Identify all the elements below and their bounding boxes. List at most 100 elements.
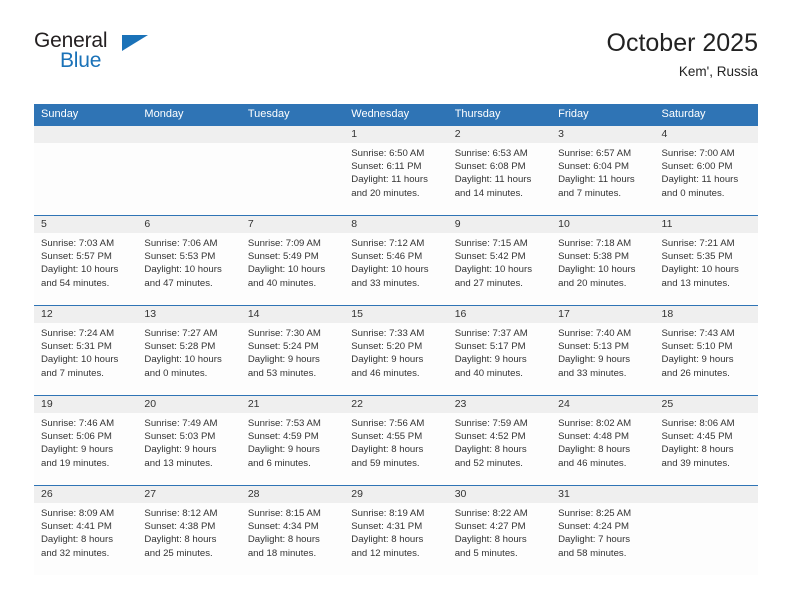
day-cell[interactable]: 14 Sunrise: 7:30 AM Sunset: 5:24 PM Dayl…: [240, 306, 345, 395]
day-cell[interactable]: 19 Sunrise: 7:46 AM Sunset: 5:06 PM Dayl…: [34, 396, 138, 485]
day-cell[interactable]: 17 Sunrise: 7:40 AM Sunset: 5:13 PM Dayl…: [551, 306, 655, 395]
day-cell[interactable]: 25 Sunrise: 8:06 AM Sunset: 4:45 PM Dayl…: [654, 396, 758, 485]
day-details: [241, 143, 344, 147]
sunset-text: Sunset: 4:48 PM: [558, 431, 630, 443]
day-number: 14: [240, 306, 345, 323]
daylight-text-line1: Daylight: 10 hours: [144, 264, 222, 276]
day-details: Sunrise: 7:21 AM Sunset: 5:35 PM Dayligh…: [655, 233, 758, 290]
page-title: October 2025: [606, 29, 759, 57]
sunrise-text: Sunrise: 8:12 AM: [144, 508, 218, 519]
sunrise-text: Sunrise: 7:49 AM: [144, 418, 218, 429]
day-cell[interactable]: 16 Sunrise: 7:37 AM Sunset: 5:17 PM Dayl…: [447, 306, 552, 395]
sunrise-text: Sunrise: 7:53 AM: [247, 418, 321, 429]
day-details: Sunrise: 7:59 AM Sunset: 4:52 PM Dayligh…: [448, 413, 551, 470]
daylight-text-line2: and 32 minutes.: [41, 547, 110, 559]
daylight-text-line1: Daylight: 8 hours: [454, 534, 527, 546]
day-cell[interactable]: [137, 126, 241, 215]
sunrise-text: Sunrise: 8:15 AM: [247, 508, 321, 519]
day-cell[interactable]: 3 Sunrise: 6:57 AM Sunset: 6:04 PM Dayli…: [551, 126, 655, 215]
sunset-text: Sunset: 5:42 PM: [454, 251, 526, 263]
day-cell[interactable]: 20 Sunrise: 7:49 AM Sunset: 5:03 PM Dayl…: [137, 396, 241, 485]
day-cell[interactable]: 22 Sunrise: 7:56 AM Sunset: 4:55 PM Dayl…: [344, 396, 448, 485]
daylight-text-line1: Daylight: 9 hours: [247, 354, 320, 366]
daylight-text-line1: Daylight: 8 hours: [454, 444, 527, 456]
day-cell[interactable]: 29 Sunrise: 8:19 AM Sunset: 4:31 PM Dayl…: [344, 486, 448, 575]
sunrise-text: Sunrise: 8:19 AM: [351, 508, 425, 519]
day-details: [34, 143, 137, 147]
sunrise-text: Sunrise: 8:25 AM: [558, 508, 632, 519]
weekday-header-monday: Monday: [144, 108, 184, 120]
sunset-text: Sunset: 5:28 PM: [144, 341, 216, 353]
daylight-text-line2: and 18 minutes.: [247, 547, 317, 559]
day-number: 25: [654, 396, 758, 413]
day-details: Sunrise: 7:56 AM Sunset: 4:55 PM Dayligh…: [344, 413, 447, 470]
day-cell[interactable]: 4 Sunrise: 7:00 AM Sunset: 6:00 PM Dayli…: [654, 126, 758, 215]
sunrise-text: Sunrise: 8:09 AM: [41, 508, 115, 519]
day-number: 6: [137, 216, 241, 233]
daylight-text-line2: and 39 minutes.: [661, 457, 730, 469]
calendar-week-row: 12 Sunrise: 7:24 AM Sunset: 5:31 PM Dayl…: [34, 305, 758, 395]
daylight-text-line1: Daylight: 9 hours: [247, 444, 320, 456]
day-cell[interactable]: 12 Sunrise: 7:24 AM Sunset: 5:31 PM Dayl…: [34, 306, 138, 395]
daylight-text-line2: and 54 minutes.: [41, 277, 110, 289]
daylight-text-line2: and 40 minutes.: [247, 277, 317, 289]
sunset-text: Sunset: 6:04 PM: [558, 161, 630, 173]
day-cell[interactable]: 13 Sunrise: 7:27 AM Sunset: 5:28 PM Dayl…: [137, 306, 241, 395]
day-cell[interactable]: 18 Sunrise: 7:43 AM Sunset: 5:10 PM Dayl…: [654, 306, 758, 395]
day-cell[interactable]: 26 Sunrise: 8:09 AM Sunset: 4:41 PM Dayl…: [34, 486, 138, 575]
calendar-week-row: 26 Sunrise: 8:09 AM Sunset: 4:41 PM Dayl…: [34, 485, 758, 575]
day-cell[interactable]: [240, 126, 345, 215]
daylight-text-line1: Daylight: 10 hours: [144, 354, 222, 366]
calendar-page: General Blue October 2025 Kem', Russia S…: [0, 0, 792, 612]
daylight-text-line2: and 46 minutes.: [351, 367, 420, 379]
sunset-text: Sunset: 4:45 PM: [661, 431, 733, 443]
day-number: [240, 126, 345, 143]
day-number: 16: [447, 306, 552, 323]
day-cell[interactable]: 28 Sunrise: 8:15 AM Sunset: 4:34 PM Dayl…: [240, 486, 345, 575]
calendar-week-row: 1 Sunrise: 6:50 AM Sunset: 6:11 PM Dayli…: [34, 125, 758, 215]
calendar-grid: Sunday Monday Tuesday Wednesday Thursday…: [34, 104, 758, 575]
sunrise-text: Sunrise: 7:59 AM: [454, 418, 528, 429]
day-cell[interactable]: 30 Sunrise: 8:22 AM Sunset: 4:27 PM Dayl…: [447, 486, 552, 575]
logo-text-general: General: [34, 29, 108, 52]
day-cell[interactable]: 23 Sunrise: 7:59 AM Sunset: 4:52 PM Dayl…: [447, 396, 552, 485]
day-cell[interactable]: 27 Sunrise: 8:12 AM Sunset: 4:38 PM Dayl…: [137, 486, 241, 575]
day-cell[interactable]: 24 Sunrise: 8:02 AM Sunset: 4:48 PM Dayl…: [551, 396, 655, 485]
day-cell[interactable]: 6 Sunrise: 7:06 AM Sunset: 5:53 PM Dayli…: [137, 216, 241, 305]
day-number: 26: [34, 486, 138, 503]
day-cell[interactable]: 8 Sunrise: 7:12 AM Sunset: 5:46 PM Dayli…: [344, 216, 448, 305]
daylight-text-line2: and 47 minutes.: [144, 277, 213, 289]
day-details: Sunrise: 7:00 AM Sunset: 6:00 PM Dayligh…: [655, 143, 758, 200]
day-cell[interactable]: 5 Sunrise: 7:03 AM Sunset: 5:57 PM Dayli…: [34, 216, 138, 305]
day-cell[interactable]: 11 Sunrise: 7:21 AM Sunset: 5:35 PM Dayl…: [654, 216, 758, 305]
day-number: 3: [551, 126, 655, 143]
weekday-header-wednesday: Wednesday: [351, 108, 410, 120]
daylight-text-line1: Daylight: 9 hours: [351, 354, 424, 366]
day-number: 10: [551, 216, 655, 233]
day-cell[interactable]: 15 Sunrise: 7:33 AM Sunset: 5:20 PM Dayl…: [344, 306, 448, 395]
location-subtitle: Kem', Russia: [678, 63, 758, 79]
weekday-header-thursday: Thursday: [454, 108, 501, 120]
day-details: Sunrise: 8:06 AM Sunset: 4:45 PM Dayligh…: [655, 413, 758, 470]
day-cell[interactable]: 21 Sunrise: 7:53 AM Sunset: 4:59 PM Dayl…: [240, 396, 345, 485]
sunrise-text: Sunrise: 8:02 AM: [558, 418, 632, 429]
daylight-text-line2: and 46 minutes.: [558, 457, 627, 469]
day-cell[interactable]: 9 Sunrise: 7:15 AM Sunset: 5:42 PM Dayli…: [447, 216, 552, 305]
day-cell[interactable]: [654, 486, 758, 575]
day-cell[interactable]: [34, 126, 138, 215]
day-cell[interactable]: 31 Sunrise: 8:25 AM Sunset: 4:24 PM Dayl…: [551, 486, 655, 575]
daylight-text-line2: and 53 minutes.: [247, 367, 317, 379]
day-cell[interactable]: 10 Sunrise: 7:18 AM Sunset: 5:38 PM Dayl…: [551, 216, 655, 305]
sunset-text: Sunset: 5:13 PM: [558, 341, 630, 353]
daylight-text-line2: and 27 minutes.: [454, 277, 523, 289]
sunset-text: Sunset: 5:38 PM: [558, 251, 630, 263]
daylight-text-line2: and 40 minutes.: [454, 367, 523, 379]
day-cell[interactable]: 7 Sunrise: 7:09 AM Sunset: 5:49 PM Dayli…: [240, 216, 345, 305]
day-number: 24: [551, 396, 655, 413]
sunset-text: Sunset: 5:31 PM: [41, 341, 112, 353]
day-details: Sunrise: 6:57 AM Sunset: 6:04 PM Dayligh…: [551, 143, 654, 200]
day-details: Sunrise: 8:15 AM Sunset: 4:34 PM Dayligh…: [241, 503, 344, 560]
sunrise-text: Sunrise: 7:15 AM: [454, 238, 528, 249]
day-cell[interactable]: 1 Sunrise: 6:50 AM Sunset: 6:11 PM Dayli…: [344, 126, 448, 215]
day-cell[interactable]: 2 Sunrise: 6:53 AM Sunset: 6:08 PM Dayli…: [447, 126, 552, 215]
